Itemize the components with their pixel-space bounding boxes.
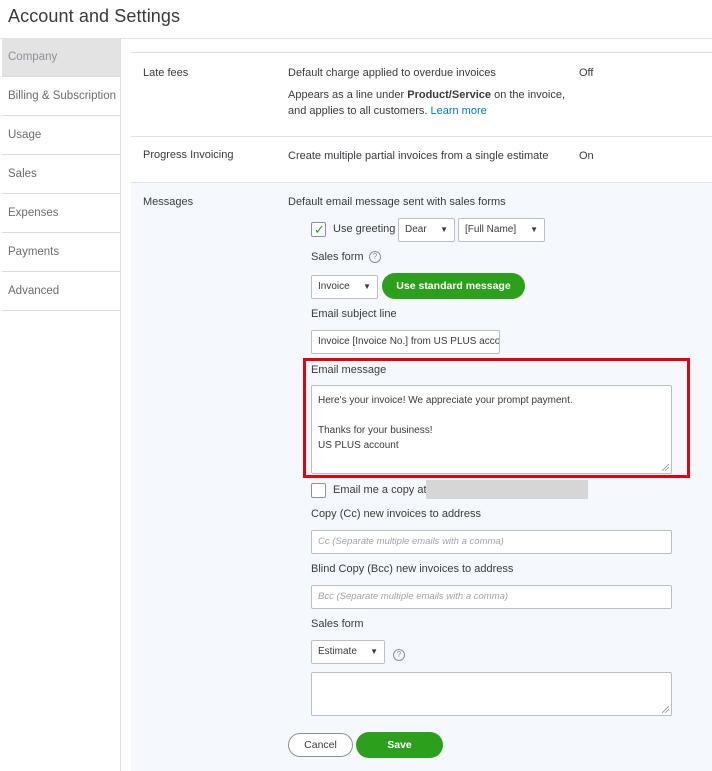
sidebar-item-usage[interactable]: Usage <box>2 116 120 155</box>
sales-form2-label: Sales form <box>311 618 364 630</box>
caret-down-icon: ▼ <box>530 225 538 234</box>
sales-form2-select-value: Estimate <box>318 646 357 657</box>
cc-input[interactable]: Cc (Separate multiple emails with a comm… <box>311 530 672 554</box>
email-subject-input[interactable]: Invoice [Invoice No.] from US PLUS acco <box>311 330 500 354</box>
email-copy-label: Email me a copy at <box>333 484 427 496</box>
learn-more-link[interactable]: Learn more <box>430 105 486 117</box>
greeting-select-value: Dear <box>405 224 427 235</box>
email-copy-checkbox[interactable] <box>311 483 326 498</box>
sidebar: Company Billing & Subscription Usage Sal… <box>2 38 121 771</box>
late-fees-description: Default charge applied to overdue invoic… <box>288 67 496 79</box>
late-fees-note: Appears as a line under Product/Service … <box>288 89 565 101</box>
late-fees-note-text: and applies to all customers. <box>288 105 428 117</box>
save-button[interactable]: Save <box>356 732 443 758</box>
sales-form-select-value: Invoice <box>318 281 350 292</box>
sidebar-item-advanced[interactable]: Advanced <box>2 272 120 311</box>
late-fees-note-suffix: on the invoice, <box>491 89 566 101</box>
cc-label: Copy (Cc) new invoices to address <box>311 508 481 520</box>
section-divider <box>131 52 712 53</box>
use-greeting-label: Use greeting <box>333 223 396 235</box>
progress-invoicing-description: Create multiple partial invoices from a … <box>288 150 549 162</box>
progress-invoicing-value: On <box>579 150 594 162</box>
sidebar-item-expenses[interactable]: Expenses <box>2 194 120 233</box>
bcc-input[interactable]: Bcc (Separate multiple emails with a com… <box>311 585 672 609</box>
caret-down-icon: ▼ <box>363 282 371 291</box>
redacted-email <box>426 480 588 499</box>
sidebar-item-company[interactable]: Company <box>2 38 120 77</box>
sidebar-item-billing[interactable]: Billing & Subscription <box>2 77 120 116</box>
sales-form2-select[interactable]: Estimate ▼ <box>311 640 385 664</box>
highlight-box <box>303 358 690 478</box>
caret-down-icon: ▼ <box>370 647 378 656</box>
email-subject-label: Email subject line <box>311 308 397 320</box>
section-divider <box>131 136 712 137</box>
cancel-button[interactable]: Cancel <box>288 733 353 757</box>
late-fees-note-bold: Product/Service <box>407 89 492 101</box>
bcc-label: Blind Copy (Bcc) new invoices to address <box>311 563 514 575</box>
page-title: Account and Settings <box>8 6 181 26</box>
sidebar-item-sales[interactable]: Sales <box>2 155 120 194</box>
name-select-value: [Full Name] <box>465 224 517 235</box>
sales-form-select[interactable]: Invoice ▼ <box>311 275 378 299</box>
name-select[interactable]: [Full Name] ▼ <box>458 218 545 242</box>
sidebar-item-payments[interactable]: Payments <box>2 233 120 272</box>
caret-down-icon: ▼ <box>440 225 448 234</box>
late-fees-note-line2: and applies to all customers. Learn more <box>288 105 487 117</box>
late-fees-note-prefix: Appears as a line under <box>288 89 408 101</box>
progress-invoicing-label: Progress Invoicing <box>143 149 234 161</box>
use-greeting-checkbox[interactable]: ✓ <box>311 222 326 237</box>
late-fees-label: Late fees <box>143 67 189 79</box>
late-fees-value: Off <box>579 67 594 79</box>
help-icon[interactable]: ? <box>393 649 405 661</box>
sales-form-message-textarea[interactable] <box>311 672 672 716</box>
messages-description: Default email message sent with sales fo… <box>288 196 506 208</box>
greeting-select[interactable]: Dear ▼ <box>398 218 455 242</box>
checkmark-icon: ✓ <box>314 222 325 237</box>
help-icon[interactable]: ? <box>369 251 381 263</box>
use-standard-message-button[interactable]: Use standard message <box>382 273 525 299</box>
resize-grip-icon[interactable] <box>662 706 669 713</box>
sales-form-label: Sales form <box>311 251 364 263</box>
messages-label: Messages <box>143 196 194 208</box>
